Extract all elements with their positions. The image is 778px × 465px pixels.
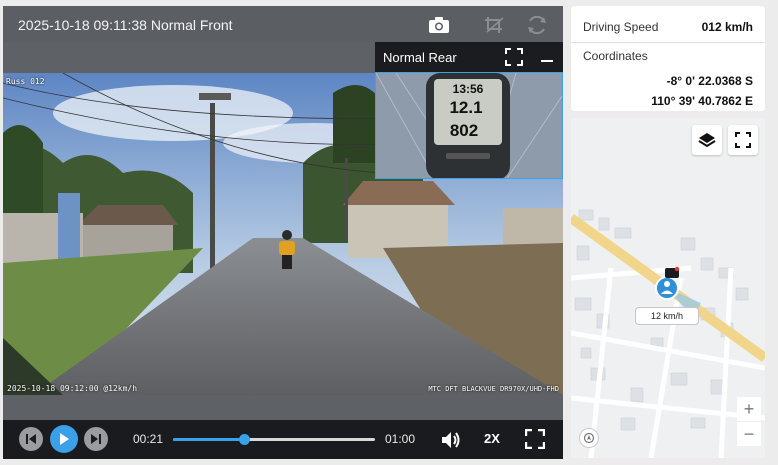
- crop-icon[interactable]: [483, 14, 507, 36]
- zoom-in-button[interactable]: +: [737, 397, 761, 421]
- total-time: 01:00: [385, 432, 416, 446]
- volume-icon[interactable]: [440, 430, 462, 455]
- camera-overlay-label: Russ 012: [6, 77, 45, 86]
- trip-info-card: Driving Speed 012 km/h Coordinates -8° 0…: [571, 6, 765, 111]
- fullscreen-icon[interactable]: [524, 428, 546, 454]
- camera-icon[interactable]: [427, 14, 451, 36]
- minimize-icon[interactable]: [541, 60, 553, 62]
- map-panel[interactable]: 12 km/h + −: [571, 118, 765, 458]
- map-fullscreen-button[interactable]: [728, 125, 758, 155]
- longitude-value: 110° 39' 40.7862 E: [651, 94, 753, 108]
- video-title: 2025-10-18 09:11:38 Normal Front: [18, 17, 233, 33]
- video-player: 2025-10-18 09:11:38 Normal Front Russ 01…: [3, 6, 563, 459]
- previous-icon: [26, 434, 36, 444]
- play-icon: [60, 433, 69, 445]
- layers-button[interactable]: [692, 125, 722, 155]
- rear-scene-image: 13:56 12.1 802: [376, 73, 562, 178]
- gps-display-elevation: 802: [450, 121, 478, 140]
- playback-controls: 00:21 01:00 2X: [3, 420, 563, 459]
- swap-icon[interactable]: [525, 14, 549, 36]
- rear-camera-frame[interactable]: 13:56 12.1 802: [375, 72, 563, 179]
- seek-bar[interactable]: [173, 434, 375, 445]
- next-icon: [91, 434, 101, 444]
- vehicle-location-marker[interactable]: [655, 276, 679, 300]
- playback-speed-button[interactable]: 2X: [484, 431, 500, 446]
- previous-button[interactable]: [19, 427, 43, 451]
- compass-icon[interactable]: [579, 428, 599, 448]
- layers-icon: [698, 133, 716, 148]
- next-button[interactable]: [84, 427, 108, 451]
- driving-speed-label: Driving Speed: [583, 20, 659, 34]
- current-time: 00:21: [133, 432, 164, 446]
- device-model-overlay: MTC DFT BLACKVUE DR970X/UHD-FHD: [428, 385, 559, 393]
- coordinates-label: Coordinates: [583, 49, 648, 63]
- map-canvas: [571, 118, 765, 458]
- map-speed-tag: 12 km/h: [635, 307, 699, 325]
- gps-display-time: 13:56: [453, 82, 484, 96]
- expand-icon[interactable]: [505, 48, 523, 71]
- video-timestamp-overlay: 2025-10-18 09:12:00 @12km/h: [7, 384, 138, 393]
- map-fullscreen-icon: [735, 132, 751, 148]
- latitude-value: -8° 0' 22.0368 S: [666, 74, 753, 88]
- seek-bar-handle[interactable]: [238, 434, 250, 445]
- gps-display-speed: 12.1: [449, 98, 482, 117]
- player-topbar: 2025-10-18 09:11:38 Normal Front: [3, 6, 563, 42]
- dashcam-viewer: 2025-10-18 09:11:38 Normal Front Russ 01…: [0, 0, 778, 465]
- zoom-out-button[interactable]: −: [737, 422, 761, 446]
- play-button[interactable]: [50, 425, 78, 453]
- driving-speed-row: Driving Speed 012 km/h: [571, 6, 765, 43]
- driving-speed-value: 012 km/h: [701, 20, 753, 34]
- rear-camera-header: Normal Rear: [375, 42, 563, 72]
- seek-bar-progress: [173, 438, 244, 441]
- rear-camera-title: Normal Rear: [383, 50, 457, 65]
